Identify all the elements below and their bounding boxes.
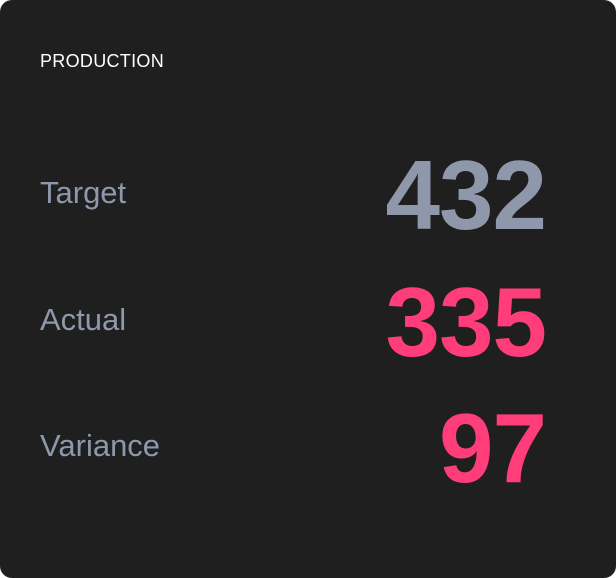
metric-row-actual: Actual 335	[40, 267, 547, 377]
metric-value-variance: 97	[438, 393, 547, 503]
metric-row-target: Target 432	[40, 140, 547, 250]
production-card: PRODUCTION Target 432 Actual 335 Varianc…	[0, 0, 616, 578]
metric-value-actual: 335	[385, 267, 547, 377]
metric-label-variance: Variance	[40, 428, 161, 463]
metric-row-variance: Variance 97	[40, 393, 547, 503]
metric-label-actual: Actual	[40, 302, 127, 337]
card-title: PRODUCTION	[40, 51, 164, 71]
metric-value-target: 432	[385, 140, 547, 250]
metric-label-target: Target	[40, 175, 127, 210]
